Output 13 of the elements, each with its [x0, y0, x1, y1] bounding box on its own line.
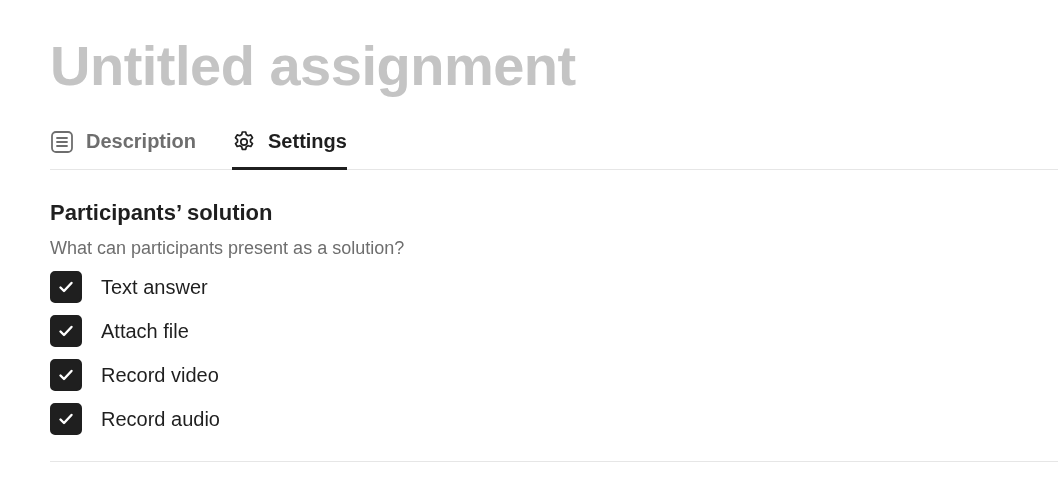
checkbox[interactable]: [50, 359, 82, 391]
checkbox-label: Attach file: [101, 319, 189, 343]
checkbox-label: Record audio: [101, 407, 220, 431]
tab[interactable]: Settings: [232, 118, 347, 170]
checkbox[interactable]: [50, 403, 82, 435]
section-description: What can participants present as a solution?: [50, 238, 406, 259]
checkbox-label: Text answer: [101, 275, 208, 299]
document-icon: [50, 129, 74, 154]
checkbox-label: Record video: [101, 363, 219, 387]
checkbox[interactable]: [50, 271, 82, 303]
section-heading: Participants’ solution: [50, 200, 274, 226]
checkbox[interactable]: [50, 315, 82, 347]
tab[interactable]: Description: [50, 118, 197, 170]
